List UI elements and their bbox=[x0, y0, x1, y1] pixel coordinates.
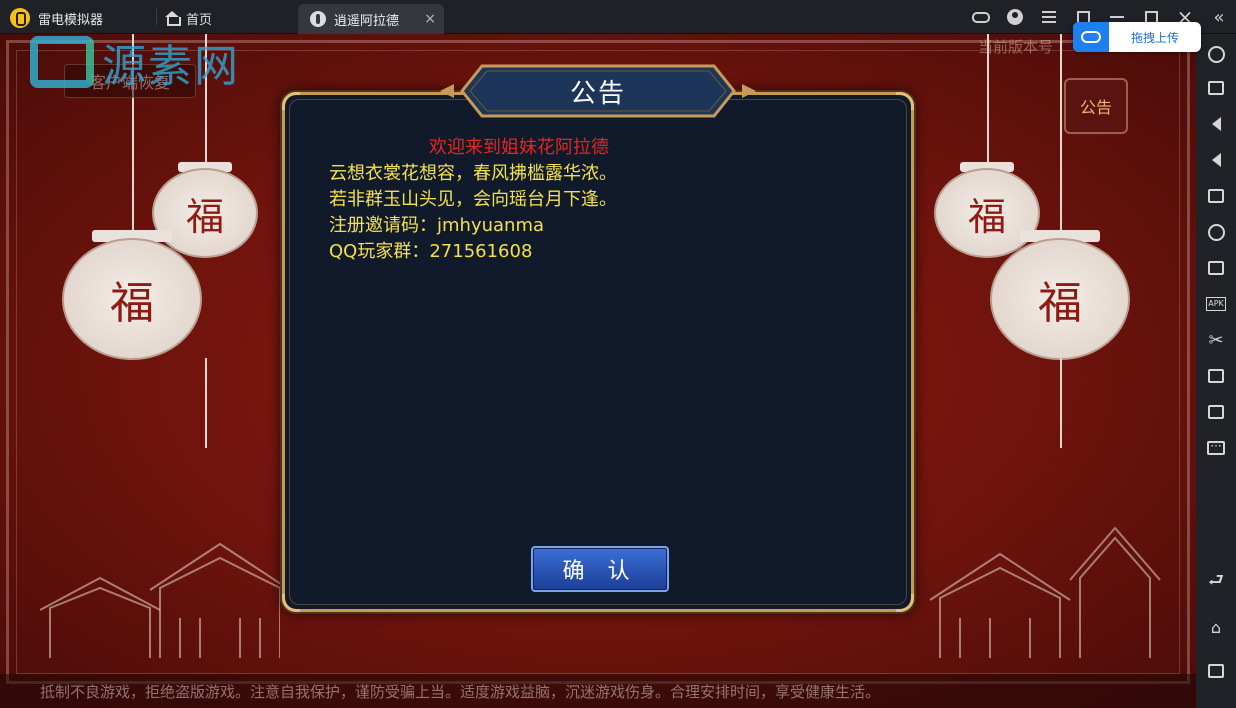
watermark-text: 源素网 bbox=[102, 41, 240, 92]
lantern-character: 福 bbox=[110, 278, 154, 329]
add-window-button[interactable] bbox=[1204, 256, 1228, 280]
close-tab-icon[interactable]: × bbox=[424, 11, 436, 27]
volume-down-icon bbox=[1211, 117, 1221, 131]
user-icon bbox=[1007, 9, 1023, 25]
apk-icon: APK bbox=[1206, 297, 1226, 311]
confirm-button[interactable]: 确 认 bbox=[531, 546, 669, 592]
dialog-title-plate: 公告 bbox=[440, 64, 756, 118]
volume-up-button[interactable] bbox=[1204, 148, 1228, 172]
notice-line: 云想衣裳花想容，春风拂槛露华浓。 bbox=[329, 163, 617, 184]
account-button[interactable] bbox=[998, 0, 1032, 34]
record-button[interactable] bbox=[1204, 364, 1228, 388]
gamepad-icon bbox=[972, 11, 990, 23]
cloud-icon bbox=[1081, 31, 1101, 43]
emulator-logo-icon bbox=[10, 8, 30, 28]
volume-up-icon bbox=[1211, 153, 1221, 167]
scissors-icon: ✂ bbox=[1208, 329, 1224, 351]
rotate-icon bbox=[1207, 223, 1225, 241]
gamepad-button[interactable] bbox=[964, 0, 998, 34]
sync-icon bbox=[1208, 405, 1224, 419]
emulator-sidebar: APK ✂ ··· ⮐ ⌂ bbox=[1196, 34, 1236, 708]
more-button[interactable]: ··· bbox=[1204, 436, 1228, 460]
tab-home[interactable]: 首页 bbox=[164, 6, 212, 30]
volume-down-button[interactable] bbox=[1204, 112, 1228, 136]
cloud-icon-box bbox=[1073, 22, 1109, 52]
tab-game-label: 逍遥阿拉德 bbox=[334, 13, 400, 29]
more-icon: ··· bbox=[1207, 440, 1225, 455]
android-home-button[interactable]: ⌂ bbox=[1204, 615, 1228, 639]
title-bar: 雷电模拟器 首页 逍遥阿拉德 × × « bbox=[0, 0, 1236, 34]
minimize-icon bbox=[1110, 16, 1124, 18]
dialog-title: 公告 bbox=[569, 78, 626, 109]
back-button[interactable]: ⮐ bbox=[1204, 570, 1228, 595]
add-window-icon bbox=[1208, 261, 1224, 275]
lantern-tassel bbox=[1060, 358, 1062, 448]
notice-heading: 欢迎来到姐妹花阿拉德 bbox=[429, 137, 609, 158]
watermark: 源素网 bbox=[30, 34, 240, 92]
sync-button[interactable] bbox=[1204, 400, 1228, 424]
double-chevron-left-icon: « bbox=[1213, 6, 1225, 28]
fullscreen-button[interactable] bbox=[1204, 184, 1228, 208]
notice-badge-button[interactable]: 公告 bbox=[1064, 78, 1128, 134]
fullscreen-icon bbox=[1208, 189, 1224, 203]
notice-line: QQ玩家群：271561608 bbox=[329, 241, 533, 262]
recent-apps-button[interactable] bbox=[1204, 659, 1228, 683]
lantern-character: 福 bbox=[967, 194, 1006, 239]
notice-line: 注册邀请码：jmhyuanma bbox=[329, 215, 545, 236]
version-label: 当前版本号 bbox=[978, 38, 1054, 56]
notice-body: 欢迎来到姐妹花阿拉德 云想衣裳花想容，春风拂槛露华浓。 若非群玉山头见，会向瑶台… bbox=[329, 135, 889, 265]
settings-button[interactable] bbox=[1204, 42, 1228, 66]
divider bbox=[156, 9, 157, 25]
settings-icon bbox=[1207, 45, 1225, 63]
video-record-icon bbox=[1208, 369, 1224, 383]
lantern: 福 bbox=[990, 238, 1130, 360]
drag-upload-button[interactable]: 拖拽上传 bbox=[1073, 22, 1201, 52]
home-icon: ⌂ bbox=[1210, 617, 1222, 637]
game-app-icon bbox=[310, 11, 326, 27]
lantern: 福 bbox=[152, 168, 258, 258]
tab-home-label: 首页 bbox=[186, 12, 213, 28]
lantern: 福 bbox=[62, 238, 202, 360]
tab-game[interactable]: 逍遥阿拉德 × bbox=[298, 4, 444, 34]
lantern-character: 福 bbox=[1038, 278, 1082, 329]
home-icon bbox=[164, 11, 181, 26]
announcement-dialog: 欢迎来到姐妹花阿拉德 云想衣裳花想容，春风拂槛露华浓。 若非群玉山头见，会向瑶台… bbox=[282, 92, 914, 612]
lantern-string bbox=[1060, 34, 1062, 234]
temple-silhouette-right bbox=[930, 526, 1161, 658]
keyboard-icon bbox=[1208, 81, 1224, 95]
rotate-button[interactable] bbox=[1204, 220, 1228, 244]
notice-line: 若非群玉山头见，会向瑶台月下逢。 bbox=[329, 189, 617, 210]
apk-install-button[interactable]: APK bbox=[1204, 292, 1228, 316]
drag-upload-label: 拖拽上传 bbox=[1130, 30, 1179, 45]
lantern-character: 福 bbox=[185, 194, 224, 239]
collapse-sidebar-button[interactable]: « bbox=[1202, 0, 1236, 34]
lantern: 福 bbox=[934, 168, 1040, 258]
back-icon: ⮐ bbox=[1207, 570, 1225, 591]
recent-apps-icon bbox=[1208, 664, 1224, 678]
watermark-logo-icon bbox=[30, 36, 94, 88]
keyboard-button[interactable] bbox=[1204, 76, 1228, 100]
menu-button[interactable] bbox=[1032, 0, 1066, 34]
anti-addiction-notice: 抵制不良游戏，拒绝盗版游戏。注意自我保护，谨防受骗上当。适度游戏益脑，沉迷游戏伤… bbox=[40, 683, 881, 701]
screenshot-button[interactable]: ✂ bbox=[1204, 328, 1228, 352]
app-name: 雷电模拟器 bbox=[38, 13, 104, 28]
menu-icon bbox=[1042, 11, 1056, 23]
lantern-tassel bbox=[205, 358, 207, 448]
temple-silhouette-left bbox=[40, 542, 280, 658]
